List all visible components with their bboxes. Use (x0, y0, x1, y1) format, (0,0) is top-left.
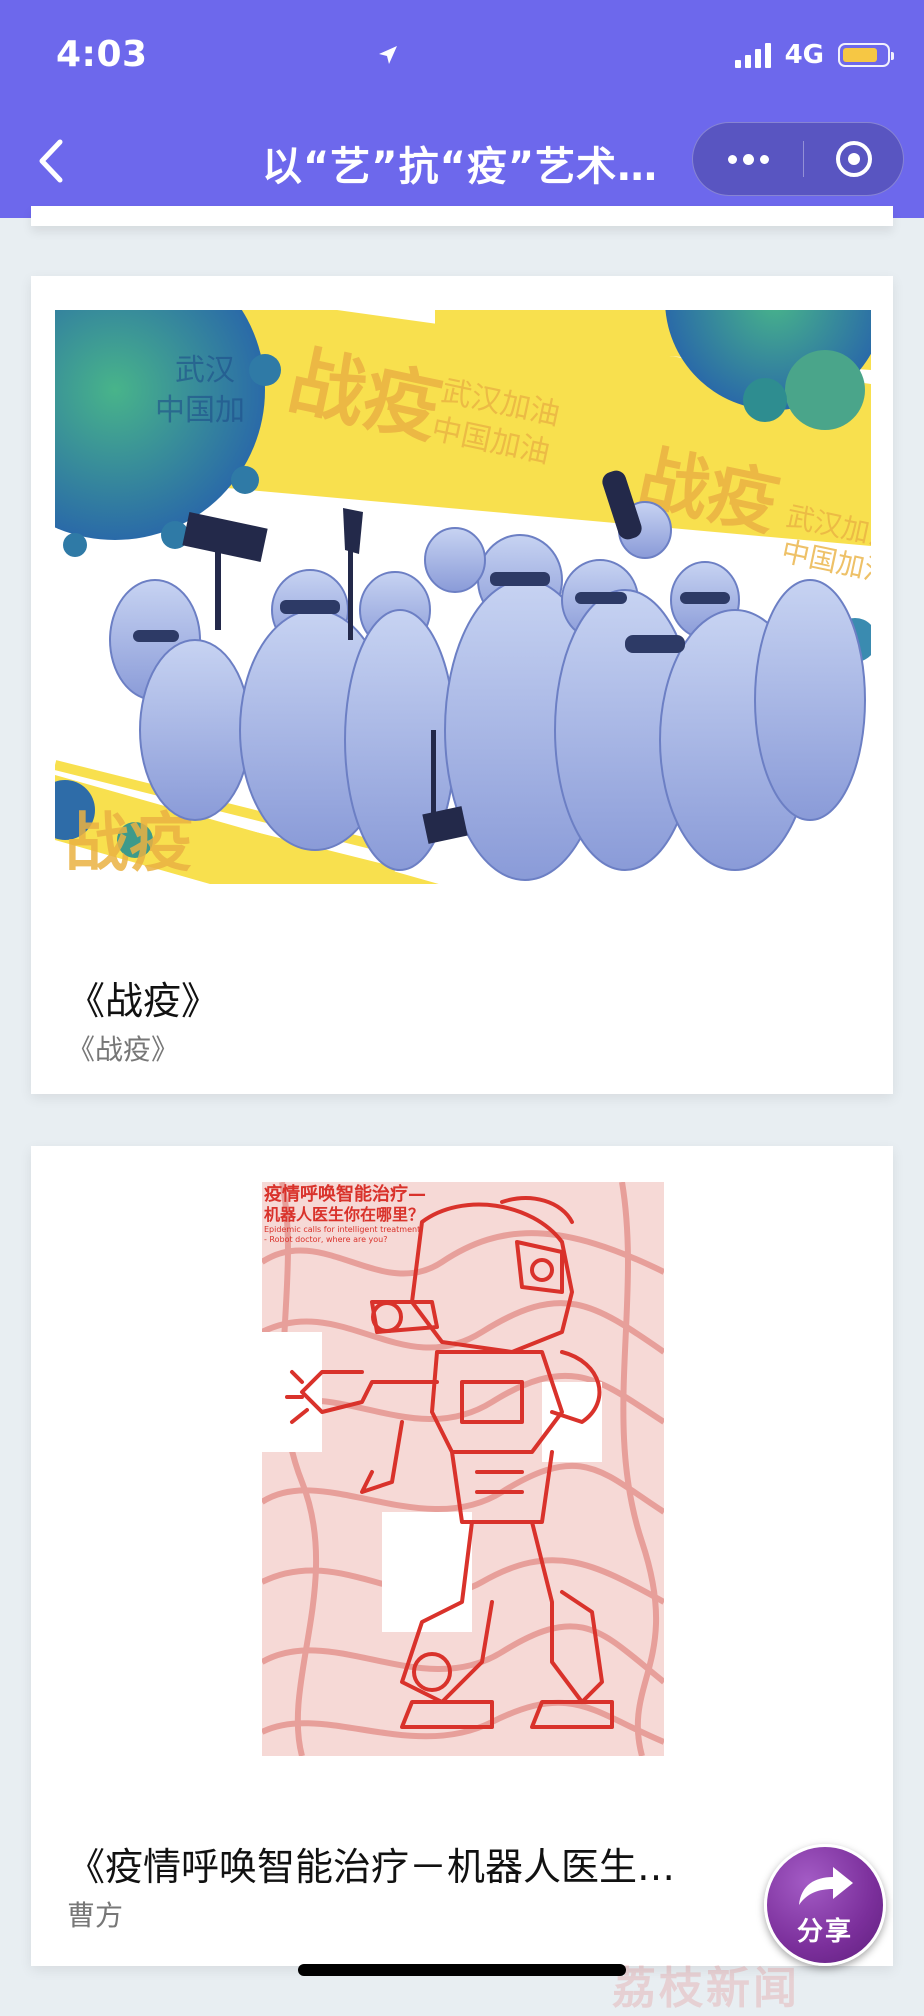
artwork-card[interactable]: 战疫 武汉加油 中国加油 战疫 武汉加油 中国加油 武汉 中国加 战疫 《战疫》… (31, 276, 893, 1094)
more-options-button[interactable] (693, 123, 803, 195)
signal-icon (734, 42, 771, 68)
target-circle-icon (835, 141, 872, 177)
close-mini-program-button[interactable] (804, 123, 903, 195)
artwork-title: 《战疫》 (67, 979, 220, 1023)
dot-icon (742, 153, 754, 165)
top-header: 4:03 4G 以“艺”抗“疫”艺术… (0, 0, 924, 218)
artwork-author: 曹方 (67, 1899, 124, 1932)
dot-icon (727, 154, 737, 164)
art-text-big: 战疫 (65, 807, 193, 881)
home-indicator (298, 1964, 626, 1976)
battery-icon (838, 43, 894, 67)
share-label: 分享 (796, 1917, 853, 1947)
poster-subtitle-line: Epidemic calls for intelligent treatment (264, 1225, 420, 1234)
mini-program-capsule (692, 122, 904, 196)
artwork-image-zhanyi[interactable]: 战疫 武汉加油 中国加油 战疫 武汉加油 中国加油 武汉 中国加 战疫 (55, 310, 871, 884)
share-button[interactable]: 分享 (764, 1844, 886, 1966)
network-type: 4G (784, 40, 824, 70)
watermark-text: 荔枝新闻 (612, 1963, 800, 2014)
artwork-image-robot-doctor[interactable]: 疫情呼唤智能治疗— 机器人医生你在哪里？ Epidemic calls for … (262, 1182, 664, 1756)
location-arrow-icon (378, 46, 397, 64)
art-text-small: 中国加 (155, 393, 245, 428)
status-indicators: 4G (378, 40, 894, 70)
share-arrow-icon (799, 1867, 853, 1905)
poster-subtitle-line: - Robot doctor, where are you? (264, 1235, 388, 1244)
dot-icon (759, 154, 769, 164)
artwork-illustration: 疫情呼唤智能治疗— 机器人医生你在哪里？ Epidemic calls for … (262, 1182, 664, 1756)
artwork-title: 《疫情呼唤智能治疗－机器人医生… (67, 1845, 676, 1889)
previous-card-edge (31, 206, 893, 226)
artwork-subtitle: 《战疫》 (67, 1033, 180, 1066)
artwork-illustration: 战疫 武汉加油 中国加油 战疫 武汉加油 中国加油 武汉 中国加 战疫 (55, 310, 871, 884)
poster-title-line: 机器人医生你在哪里？ (264, 1205, 424, 1224)
page-title: 以“艺”抗“疫”艺术… (262, 144, 659, 190)
art-text-small: 武汉 (175, 353, 235, 388)
status-time: 4:03 (56, 34, 148, 75)
back-arrow-icon[interactable] (32, 136, 72, 186)
artwork-card[interactable]: 疫情呼唤智能治疗— 机器人医生你在哪里？ Epidemic calls for … (31, 1146, 893, 1966)
poster-title-line: 疫情呼唤智能治疗— (264, 1183, 426, 1205)
